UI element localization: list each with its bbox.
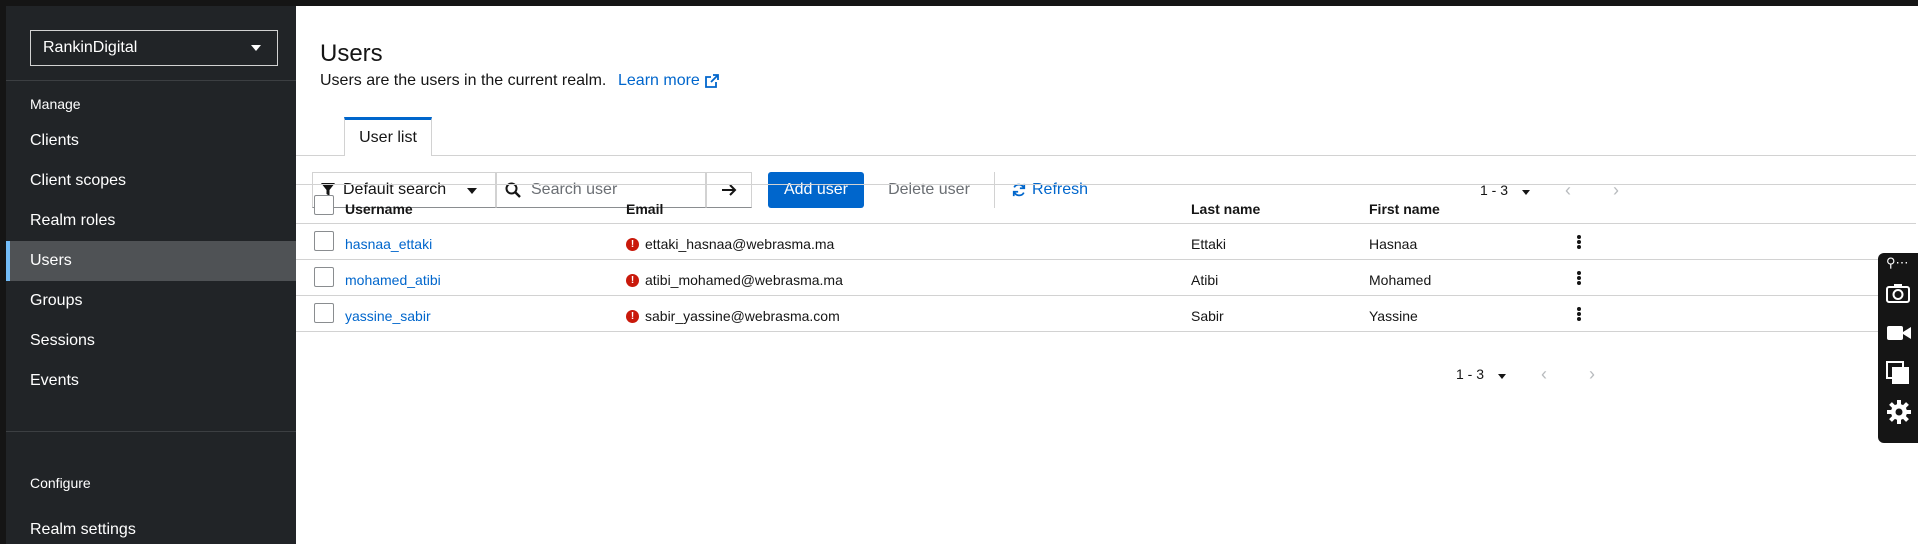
toolbar-separator xyxy=(994,172,995,208)
row-checkbox[interactable] xyxy=(314,303,334,323)
row-checkbox[interactable] xyxy=(314,231,334,251)
row-checkbox[interactable] xyxy=(314,267,334,287)
copy-icon[interactable] xyxy=(1886,361,1910,385)
main-content: Users Users are the users in the current… xyxy=(296,6,1918,544)
external-link-icon xyxy=(704,74,719,88)
table-header-divider xyxy=(296,223,1916,224)
column-header-first-name[interactable]: First name xyxy=(1369,201,1440,217)
page-description: Users are the users in the current realm… xyxy=(320,72,607,89)
toolbar: Default search Add user Delete user Refr… xyxy=(312,172,1912,208)
sidebar-divider xyxy=(6,80,296,81)
exclamation-circle-icon: ! xyxy=(626,237,639,251)
row-divider xyxy=(296,331,1916,332)
camera-icon[interactable] xyxy=(1886,283,1910,303)
column-header-last-name[interactable]: Last name xyxy=(1191,201,1260,217)
username-link[interactable]: hasnaa_ettaki xyxy=(345,236,432,252)
sidebar-item-realm-settings[interactable]: Realm settings xyxy=(6,510,296,544)
realm-selector-label: RankinDigital xyxy=(43,39,138,56)
pagination-top: 1 - 3 ‹ › xyxy=(1480,172,1640,208)
next-page-button[interactable]: › xyxy=(1568,364,1616,385)
email-value: sabir_yassine@webrasma.com xyxy=(645,308,840,324)
username-link[interactable]: mohamed_atibi xyxy=(345,272,441,288)
sidebar-item-realm-roles[interactable]: Realm roles xyxy=(6,201,296,241)
last-name-cell: Atibi xyxy=(1191,272,1219,288)
sidebar: RankinDigital Manage Clients Client scop… xyxy=(6,6,296,544)
sidebar-item-groups[interactable]: Groups xyxy=(6,281,296,321)
sidebar-item-users[interactable]: Users xyxy=(6,241,296,281)
sidebar-section-configure: Configure xyxy=(30,475,91,491)
chevron-down-icon xyxy=(251,45,261,51)
sidebar-item-client-scopes[interactable]: Client scopes xyxy=(6,161,296,201)
username-link[interactable]: yassine_sabir xyxy=(345,308,431,324)
pagination-toggle[interactable]: 1 - 3 xyxy=(1456,366,1507,382)
sidebar-section-manage: Manage xyxy=(30,96,81,112)
first-name-cell: Mohamed xyxy=(1369,272,1432,288)
email-cell: ! sabir_yassine@webrasma.com xyxy=(626,308,840,324)
last-name-cell: Ettaki xyxy=(1191,236,1227,252)
next-page-button[interactable]: › xyxy=(1592,180,1640,201)
sidebar-item-clients[interactable]: Clients xyxy=(6,121,296,161)
first-name-cell: Yassine xyxy=(1369,308,1418,324)
column-header-email[interactable]: Email xyxy=(626,201,663,217)
row-divider xyxy=(296,259,1916,260)
row-actions-kebab-icon[interactable] xyxy=(1573,268,1585,288)
select-all-checkbox[interactable] xyxy=(314,195,334,215)
tabs-divider xyxy=(296,155,1916,156)
floating-toolbar: ⚲⋯ xyxy=(1878,253,1918,443)
row-actions-kebab-icon[interactable] xyxy=(1573,232,1585,252)
video-icon[interactable] xyxy=(1886,323,1912,343)
add-user-button[interactable]: Add user xyxy=(768,172,864,208)
row-divider xyxy=(296,295,1916,296)
chevron-down-icon xyxy=(467,188,477,194)
toolbar-divider xyxy=(296,184,1916,185)
chevron-down-icon xyxy=(1498,374,1507,379)
tab-user-list[interactable]: User list xyxy=(344,117,432,156)
sidebar-item-events[interactable]: Events xyxy=(6,361,296,401)
gear-icon[interactable] xyxy=(1886,399,1912,425)
email-value: ettaki_hasnaa@webrasma.ma xyxy=(645,236,835,252)
learn-more-label: Learn more xyxy=(618,72,700,89)
row-actions-kebab-icon[interactable] xyxy=(1573,304,1585,324)
realm-selector[interactable]: RankinDigital xyxy=(30,30,278,66)
refresh-icon xyxy=(1012,183,1026,197)
exclamation-circle-icon: ! xyxy=(626,273,639,287)
previous-page-button[interactable]: ‹ xyxy=(1544,180,1592,201)
pagination-range: 1 - 3 xyxy=(1456,366,1485,382)
email-cell: ! atibi_mohamed@webrasma.ma xyxy=(626,272,843,288)
pagination-bottom: 1 - 3 ‹ › xyxy=(1456,356,1616,392)
chevron-down-icon xyxy=(1522,190,1531,195)
page-title: Users xyxy=(320,40,383,67)
previous-page-button[interactable]: ‹ xyxy=(1520,364,1568,385)
column-header-username[interactable]: Username xyxy=(345,201,413,217)
first-name-cell: Hasnaa xyxy=(1369,236,1418,252)
email-value: atibi_mohamed@webrasma.ma xyxy=(645,272,843,288)
last-name-cell: Sabir xyxy=(1191,308,1224,324)
search-box xyxy=(496,172,706,208)
exclamation-circle-icon: ! xyxy=(626,309,639,323)
email-cell: ! ettaki_hasnaa@webrasma.ma xyxy=(626,236,834,252)
search-submit-button[interactable] xyxy=(706,172,752,208)
sidebar-item-sessions[interactable]: Sessions xyxy=(6,321,296,361)
sidebar-divider xyxy=(6,431,296,432)
delete-user-button[interactable]: Delete user xyxy=(874,172,984,208)
refresh-button[interactable]: Refresh xyxy=(1012,172,1088,208)
more-icon[interactable]: ⚲⋯ xyxy=(1886,255,1909,271)
learn-more-link[interactable]: Learn more xyxy=(618,72,720,90)
